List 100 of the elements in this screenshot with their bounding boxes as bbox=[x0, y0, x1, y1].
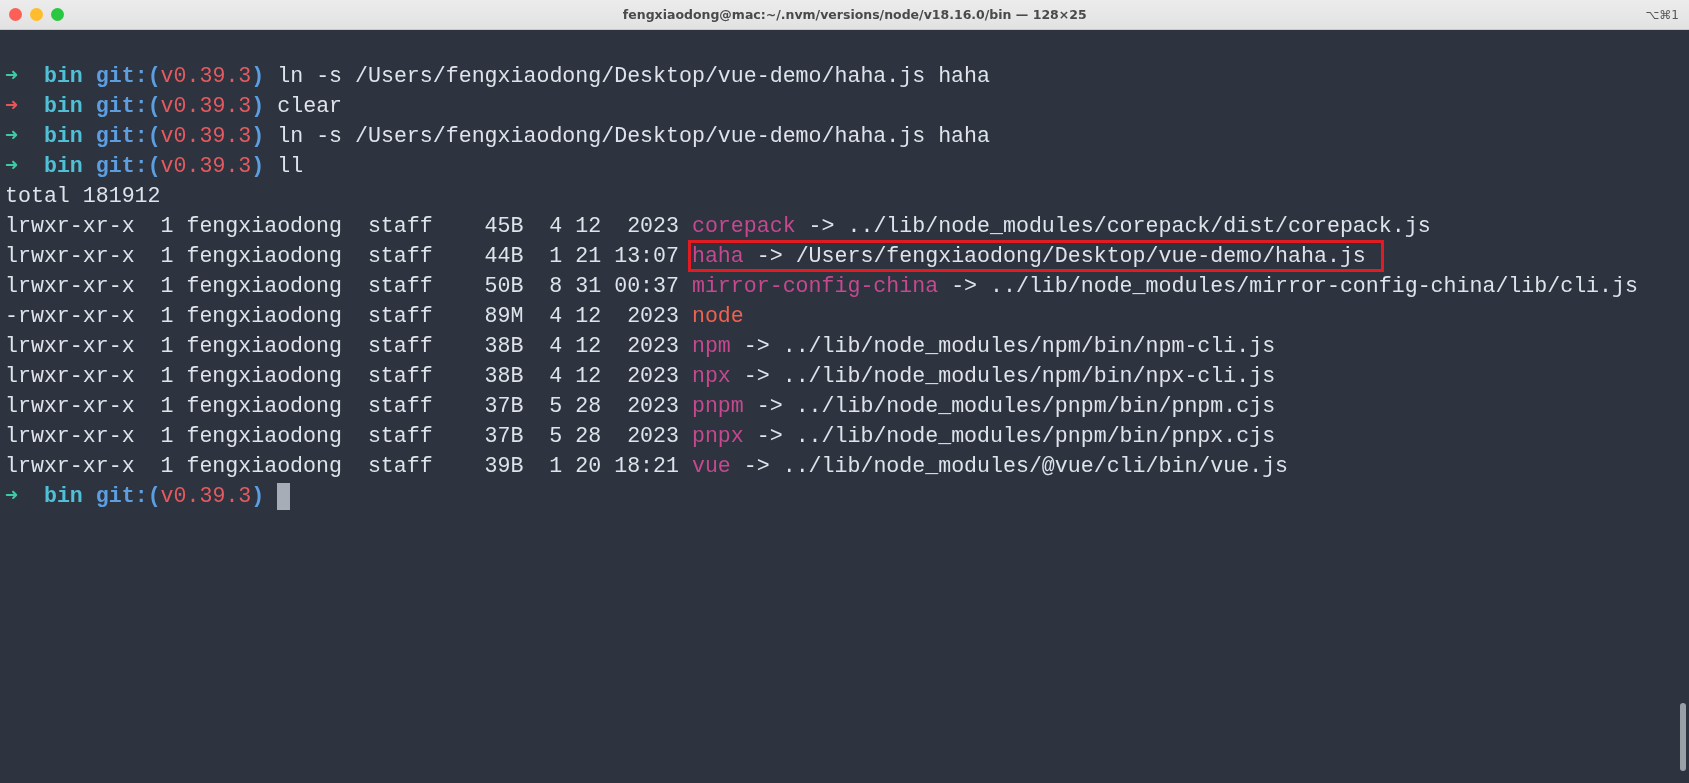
size-text: 37B bbox=[484, 424, 524, 448]
permissions-text: lrwxr-xr-x bbox=[5, 424, 135, 448]
file-name: mirror-config-china bbox=[691, 274, 939, 298]
time-text: 2023 bbox=[627, 214, 679, 238]
owner-text: fengxiaodong bbox=[186, 304, 342, 328]
git-prefix: git:( bbox=[95, 64, 161, 88]
command-text: ln -s /Users/fengxiaodong/Desktop/vue-demo/haha.js haha bbox=[277, 124, 990, 148]
time-text: 13:07 bbox=[614, 244, 679, 268]
link-count: 1 bbox=[160, 454, 174, 478]
time-text: 2023 bbox=[627, 334, 679, 358]
symlink-arrow: -> bbox=[743, 334, 770, 358]
prompt-arrow: ➜ bbox=[5, 64, 18, 88]
link-target: ../lib/node_modules/mirror-config-china/lib/cli.js bbox=[990, 274, 1638, 298]
size-text: 37B bbox=[484, 394, 524, 418]
prompt-arrow: ➜ bbox=[5, 484, 18, 508]
scrollbar-thumb[interactable] bbox=[1680, 703, 1686, 771]
permissions-text: lrwxr-xr-x bbox=[5, 244, 135, 268]
group-text: staff bbox=[367, 454, 433, 478]
prompt-arrow: ➜ bbox=[5, 124, 18, 148]
day-text: 12 bbox=[575, 214, 602, 238]
link-count: 1 bbox=[160, 304, 174, 328]
directory-name: bin bbox=[43, 64, 83, 88]
day-text: 20 bbox=[575, 454, 602, 478]
month-text: 5 bbox=[549, 424, 563, 448]
branch-name: v0.39.3 bbox=[160, 154, 252, 178]
git-suffix: ) bbox=[251, 484, 265, 508]
group-text: staff bbox=[367, 424, 433, 448]
git-suffix: ) bbox=[251, 124, 265, 148]
minimize-button[interactable] bbox=[30, 8, 43, 21]
day-text: 31 bbox=[575, 274, 602, 298]
permissions-text: lrwxr-xr-x bbox=[5, 214, 135, 238]
day-text: 28 bbox=[575, 424, 602, 448]
day-text: 12 bbox=[575, 304, 602, 328]
symlink-arrow: -> bbox=[951, 274, 978, 298]
owner-text: fengxiaodong bbox=[186, 424, 342, 448]
directory-name: bin bbox=[43, 94, 83, 118]
month-text: 4 bbox=[549, 334, 563, 358]
link-target: ../lib/node_modules/corepack/dist/corepack.js bbox=[847, 214, 1431, 238]
time-text: 2023 bbox=[627, 394, 679, 418]
directory-name: bin bbox=[43, 484, 83, 508]
file-name: vue bbox=[691, 454, 731, 478]
file-name: node bbox=[691, 304, 744, 328]
day-text: 12 bbox=[575, 334, 602, 358]
owner-text: fengxiaodong bbox=[186, 454, 342, 478]
link-target: ../lib/node_modules/pnpm/bin/pnpx.cjs bbox=[795, 424, 1276, 448]
command-text: ln -s /Users/fengxiaodong/Desktop/vue-demo/haha.js haha bbox=[277, 64, 990, 88]
group-text: staff bbox=[367, 244, 433, 268]
file-name: npx bbox=[691, 364, 731, 388]
time-text: 18:21 bbox=[614, 454, 679, 478]
branch-name: v0.39.3 bbox=[160, 124, 252, 148]
permissions-text: lrwxr-xr-x bbox=[5, 274, 135, 298]
symlink-arrow: -> bbox=[743, 454, 770, 478]
branch-name: v0.39.3 bbox=[160, 484, 252, 508]
link-count: 1 bbox=[160, 424, 174, 448]
close-button[interactable] bbox=[9, 8, 22, 21]
day-text: 21 bbox=[575, 244, 602, 268]
git-suffix: ) bbox=[251, 94, 265, 118]
file-name: corepack bbox=[691, 214, 796, 238]
git-prefix: git:( bbox=[95, 484, 161, 508]
git-prefix: git:( bbox=[95, 124, 161, 148]
file-name: haha bbox=[691, 244, 744, 268]
month-text: 1 bbox=[549, 244, 563, 268]
link-target: ../lib/node_modules/npm/bin/npx-cli.js bbox=[782, 364, 1276, 388]
file-name: pnpx bbox=[691, 424, 744, 448]
size-text: 38B bbox=[484, 334, 524, 358]
size-text: 50B bbox=[484, 274, 524, 298]
file-name: pnpm bbox=[691, 394, 744, 418]
time-text: 2023 bbox=[627, 424, 679, 448]
directory-name: bin bbox=[43, 154, 83, 178]
day-text: 28 bbox=[575, 394, 602, 418]
group-text: staff bbox=[367, 274, 433, 298]
window-title: fengxiaodong@mac:~/.nvm/versions/node/v18.16.0/bin — 128×25 bbox=[621, 7, 1088, 22]
branch-name: v0.39.3 bbox=[160, 94, 252, 118]
command-text: clear bbox=[277, 94, 343, 118]
shortcut-label: ⌥⌘1 bbox=[1645, 7, 1680, 22]
symlink-arrow: -> bbox=[756, 394, 783, 418]
link-target: /Users/fengxiaodong/Desktop/vue-demo/haha.js bbox=[795, 244, 1366, 268]
size-text: 45B bbox=[484, 214, 524, 238]
month-text: 4 bbox=[549, 304, 563, 328]
branch-name: v0.39.3 bbox=[160, 64, 252, 88]
owner-text: fengxiaodong bbox=[186, 274, 342, 298]
size-text: 39B bbox=[484, 454, 524, 478]
link-target: ../lib/node_modules/pnpm/bin/pnpm.cjs bbox=[795, 394, 1276, 418]
owner-text: fengxiaodong bbox=[186, 244, 342, 268]
time-text: 2023 bbox=[627, 364, 679, 388]
file-name: npm bbox=[691, 334, 731, 358]
group-text: staff bbox=[367, 214, 433, 238]
zoom-button[interactable] bbox=[51, 8, 64, 21]
link-target: ../lib/node_modules/@vue/cli/bin/vue.js bbox=[782, 454, 1289, 478]
time-text: 00:37 bbox=[614, 274, 679, 298]
group-text: staff bbox=[367, 334, 433, 358]
symlink-arrow: -> bbox=[756, 244, 783, 268]
link-target: ../lib/node_modules/npm/bin/npm-cli.js bbox=[782, 334, 1276, 358]
size-text: 44B bbox=[484, 244, 524, 268]
link-count: 1 bbox=[160, 244, 174, 268]
month-text: 4 bbox=[549, 364, 563, 388]
time-text: 2023 bbox=[627, 304, 679, 328]
link-count: 1 bbox=[160, 364, 174, 388]
size-text: 38B bbox=[484, 364, 524, 388]
day-text: 12 bbox=[575, 364, 602, 388]
